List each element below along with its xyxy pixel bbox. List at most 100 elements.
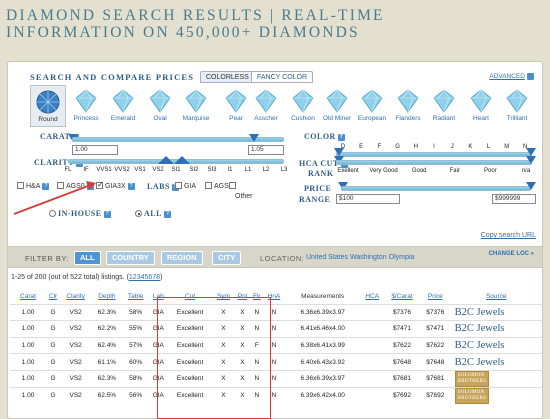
clarity-left-handle[interactable]	[158, 156, 174, 164]
radio-all-dot[interactable]	[135, 210, 142, 217]
cut-grade: Fair	[449, 168, 460, 174]
column-header[interactable]: Clarity	[60, 290, 91, 304]
highlight-box	[157, 297, 271, 419]
cut-grade: Poor	[484, 168, 497, 174]
pagination-links[interactable]: 12345678	[129, 274, 160, 281]
shape-trilliant[interactable]: Trilliant	[499, 85, 535, 122]
table-cell: G	[46, 353, 61, 371]
location-value[interactable]: United States Washington Olympia	[306, 254, 414, 261]
radio-all[interactable]: ALL?	[135, 209, 171, 218]
shape-european[interactable]: European	[354, 85, 390, 122]
shape-cushion[interactable]: Cushion	[285, 85, 321, 122]
column-header[interactable]: Clr	[46, 290, 60, 304]
lab-check-gia3x[interactable]: GIA3X?	[96, 180, 135, 190]
filter-region-button[interactable]: REGION	[161, 251, 203, 265]
color-right-handle[interactable]	[526, 148, 536, 156]
ha-help-icon[interactable]: ?	[42, 183, 50, 190]
table-cell: $7622	[383, 336, 421, 354]
all-help-icon[interactable]: ?	[163, 211, 171, 218]
checkbox-other[interactable]	[229, 182, 236, 189]
in-house-help-icon[interactable]: ?	[103, 211, 111, 218]
lab-check-other[interactable]	[229, 182, 238, 190]
filter-all-button[interactable]: ALL	[74, 251, 101, 265]
table-cell[interactable]: SOLOMON BROTHERS	[450, 369, 542, 388]
table-cell: 62.4%	[91, 336, 123, 354]
carat-right-handle[interactable]	[249, 134, 259, 142]
clarity-right-handle[interactable]	[174, 156, 190, 164]
table-body: 1.00 G VS2 62.3% 58% GIA Excellent X X N N 6.36x6.3…	[10, 303, 542, 404]
color-left-handle[interactable]	[334, 148, 344, 156]
lab-check-ags[interactable]: AGS	[205, 182, 229, 190]
vendor-logo[interactable]: SOLOMON BROTHERS	[454, 387, 490, 404]
table-cell[interactable]: B2C Jewels	[450, 303, 542, 321]
checkbox-ha[interactable]	[17, 182, 24, 189]
color-slider-track[interactable]	[336, 152, 532, 157]
shape-round[interactable]: Round	[30, 85, 66, 127]
column-header[interactable]: Table	[122, 290, 148, 304]
checkbox-gia[interactable]	[175, 182, 182, 189]
shape-asscher[interactable]: Asscher	[248, 85, 284, 122]
carat-min-input[interactable]: 1.00	[72, 145, 118, 155]
table-cell[interactable]: B2C Jewels	[450, 336, 542, 354]
filter-country-button[interactable]: COUNTRY	[106, 251, 155, 265]
column-header[interactable]: HCA	[361, 290, 384, 304]
lab-check-gia[interactable]: GIA	[175, 182, 196, 190]
color-grade: L	[486, 144, 491, 150]
tab-colorless[interactable]: COLORLESS	[200, 71, 255, 83]
shape-radiant[interactable]: Radiant	[426, 85, 462, 122]
cut-right-handle[interactable]	[526, 156, 536, 164]
table-row[interactable]: 1.00 G VS2 62.4% 57% GIA Excellent X X F N 6.38x6.4…	[10, 336, 542, 354]
shape-princess[interactable]: Princess	[68, 85, 104, 122]
carat-label-text: CARAT	[40, 132, 71, 141]
radio-in-house[interactable]: IN-HOUSE?	[49, 209, 111, 218]
gia3x-help-icon[interactable]: ?	[127, 183, 135, 190]
column-header[interactable]: Depth	[91, 290, 122, 304]
filter-city-button[interactable]: CITY	[212, 251, 242, 265]
column-header[interactable]: $/Carat	[384, 290, 420, 304]
change-location-link[interactable]: CHANGE LOC »	[489, 251, 534, 257]
checkbox-ags0[interactable]	[57, 182, 64, 189]
clarity-grade: SI2	[189, 167, 199, 173]
color-help-icon[interactable]: ?	[337, 134, 345, 141]
table-cell[interactable]: B2C Jewels	[450, 320, 542, 338]
shape-old-miner[interactable]: Old Miner	[319, 85, 355, 122]
vendor-logo[interactable]: SOLOMON BROTHERS	[454, 370, 490, 387]
clarity-grade: FL	[64, 167, 72, 173]
column-header[interactable]: Carat	[10, 290, 46, 304]
price-right-handle[interactable]	[526, 182, 536, 190]
table-row[interactable]: 1.00 G VS2 62.5% 56% GIA Excellent X X N N 6.39x6.4…	[10, 386, 542, 404]
price-max-input[interactable]: $999999	[492, 194, 536, 204]
checkbox-gia3x[interactable]	[96, 180, 104, 189]
shape-oval[interactable]: Oval	[142, 85, 178, 122]
filter-bar: FILTER BY: ALL COUNTRY REGION CITY LOCAT…	[8, 246, 542, 268]
table-cell: G	[46, 320, 61, 338]
shape-label: Cushion	[291, 115, 315, 122]
shape-label: Asscher	[254, 115, 278, 122]
shape-flanders[interactable]: Flanders	[390, 85, 426, 122]
shape-heart[interactable]: Heart	[463, 85, 499, 122]
cut-slider-track[interactable]	[336, 160, 532, 165]
table-row[interactable]: 1.00 G VS2 62.2% 55% GIA Excellent X X N N 6.41x6.4…	[10, 320, 542, 338]
carat-max-input[interactable]: 1.05	[248, 145, 284, 155]
table-row[interactable]: 1.00 G VS2 62.3% 58% GIA Excellent X X N N 6.36x6.3…	[10, 303, 542, 321]
shape-marquise[interactable]: Marquise	[178, 85, 214, 122]
checkbox-ags[interactable]	[205, 182, 212, 189]
cut-grade: Very Good	[369, 168, 398, 174]
shape-emerald[interactable]: Emerald	[105, 85, 141, 122]
copy-search-url-link[interactable]: Copy search URL	[481, 232, 536, 239]
lab-check-ha[interactable]: H&A?	[17, 182, 50, 190]
shape-label: Marquise	[182, 115, 210, 122]
lab-check-ags0[interactable]: AGS0?	[57, 182, 94, 190]
column-header[interactable]: Source	[451, 290, 542, 304]
advanced-link[interactable]: ADVANCED	[489, 73, 534, 80]
price-slider-track[interactable]	[341, 186, 531, 191]
price-min-input[interactable]: $100	[336, 194, 400, 204]
table-cell[interactable]: B2C Jewels	[450, 353, 542, 371]
column-header[interactable]: Price	[420, 290, 451, 304]
tab-fancy-color[interactable]: FANCY COLOR	[251, 71, 314, 83]
radio-in-house-dot[interactable]	[49, 210, 56, 217]
table-row[interactable]: 1.00 G VS2 62.3% 58% GIA Excellent X X N N 6.36x6.3…	[10, 369, 542, 388]
ags0-help-icon[interactable]: ?	[86, 183, 94, 190]
table-row[interactable]: 1.00 G VS2 61.1% 60% GIA Excellent X X N N 6.40x6.4…	[10, 353, 542, 371]
table-cell[interactable]: SOLOMON BROTHERS	[450, 386, 542, 404]
